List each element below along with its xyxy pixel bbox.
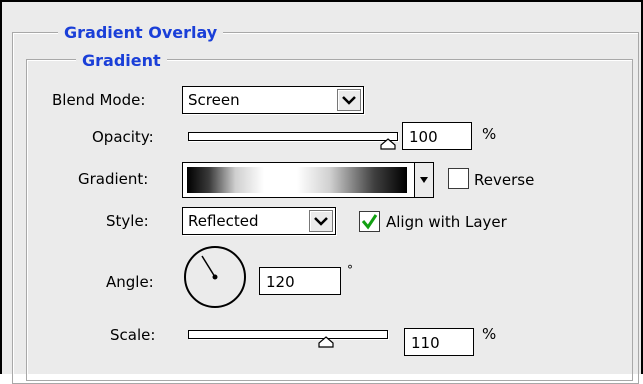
style-value: Reflected [188,212,259,230]
scale-slider-thumb[interactable] [317,334,334,352]
angle-dial[interactable] [182,244,248,310]
gradient-picker[interactable] [182,162,434,198]
blend-mode-value: Screen [188,91,240,109]
opacity-label: Opacity: [92,128,154,146]
opacity-slider-thumb[interactable] [380,136,396,154]
reverse-checkbox[interactable] [448,168,469,189]
angle-label: Angle: [106,273,154,291]
opacity-unit: % [482,125,497,143]
gradient-dropdown-arrow[interactable] [414,163,433,197]
gradient-preview[interactable] [187,167,407,193]
blend-mode-label: Blend Mode: [52,91,146,109]
align-with-layer-checkbox[interactable] [359,211,380,232]
gradient-overlay-panel: Gradient Overlay Gradient Blend Mode: Sc… [0,0,643,384]
section-title: Gradient Overlay [58,24,224,42]
style-select[interactable]: Reflected [182,207,336,235]
scale-unit: % [482,325,497,343]
gradient-label: Gradient: [78,170,149,188]
blend-mode-select[interactable]: Screen [182,86,364,114]
chevron-down-icon[interactable] [337,89,361,111]
opacity-input[interactable]: 100 [402,122,472,150]
angle-unit: ° [347,263,353,277]
scale-input[interactable]: 110 [404,328,474,356]
style-label: Style: [106,212,149,230]
reverse-label: Reverse [474,171,535,189]
align-with-layer-label: Align with Layer [386,213,507,231]
chevron-down-icon[interactable] [309,210,333,232]
scale-slider-track[interactable] [188,330,388,339]
checkmark-icon [361,214,378,230]
group-title: Gradient [76,52,167,70]
scale-label: Scale: [110,326,156,344]
angle-input[interactable]: 120 [259,267,341,295]
opacity-slider-track[interactable] [188,132,398,141]
